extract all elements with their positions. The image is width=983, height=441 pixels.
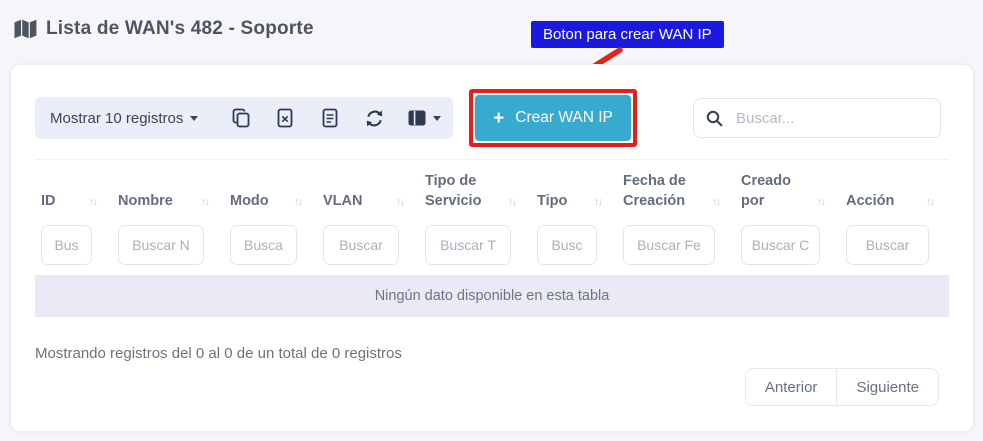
column-header-tipo[interactable]: Tipo ↑↓: [531, 192, 617, 212]
annotation-label: Boton para crear WAN IP: [531, 21, 724, 48]
filter-input-vlan[interactable]: [323, 225, 399, 265]
column-header-id[interactable]: ID ↑↓: [35, 192, 112, 212]
filter-input-id[interactable]: [41, 225, 92, 265]
datatable-card: Mostrar 10 registros: [10, 64, 974, 432]
copy-icon: [232, 108, 250, 128]
wan-table: ID ↑↓ Nombre ↑↓ Modo ↑↓ VLAN ↑↓ Tipo de …: [35, 159, 949, 317]
table-empty-state: Ningún dato disponible en esta tabla: [35, 275, 949, 317]
page-header: Lista de WAN's 482 - Soporte: [14, 18, 314, 40]
column-header-tipo-servicio[interactable]: Tipo de Servicio ↑↓: [419, 172, 531, 211]
annotation-highlight-box: + Crear WAN IP: [469, 89, 637, 147]
column-header-creado-por[interactable]: Creado por ↑↓: [735, 172, 840, 211]
sort-icon: ↑↓: [508, 195, 515, 211]
length-menu-label: Mostrar 10 registros: [50, 110, 183, 127]
sort-icon: ↑↓: [712, 195, 719, 211]
records-info: Mostrando registros del 0 al 0 de un tot…: [35, 345, 402, 362]
refresh-button[interactable]: [352, 109, 397, 128]
screen: Lista de WAN's 482 - Soporte Boton para …: [0, 0, 983, 441]
column-visibility-icon: [408, 110, 426, 126]
table-header-row: ID ↑↓ Nombre ↑↓ Modo ↑↓ VLAN ↑↓ Tipo de …: [35, 159, 949, 223]
sort-icon: ↑↓: [201, 195, 208, 211]
sort-icon: ↑↓: [594, 195, 601, 211]
filter-input-tipo-servicio[interactable]: [425, 225, 511, 265]
column-header-modo[interactable]: Modo ↑↓: [224, 192, 317, 212]
toolbar: Mostrar 10 registros: [35, 97, 453, 139]
filter-input-tipo[interactable]: [537, 225, 597, 265]
filter-input-fecha-creacion[interactable]: [623, 225, 715, 265]
sort-icon: ↑↓: [89, 195, 96, 211]
sort-icon: ↑↓: [817, 195, 824, 211]
create-wan-ip-label: Crear WAN IP: [515, 109, 613, 127]
filter-input-accion[interactable]: [846, 225, 929, 265]
column-header-accion[interactable]: Acción ↑↓: [840, 192, 949, 212]
length-menu-dropdown[interactable]: Mostrar 10 registros: [50, 110, 198, 127]
filter-input-modo[interactable]: [230, 225, 297, 265]
chevron-down-icon: [433, 116, 441, 121]
create-wan-ip-button[interactable]: + Crear WAN IP: [475, 95, 631, 141]
sort-icon: ↑↓: [294, 195, 301, 211]
plus-icon: +: [493, 109, 504, 128]
column-visibility-button[interactable]: [397, 110, 453, 126]
next-page-button[interactable]: Siguiente: [836, 368, 939, 406]
file-excel-icon: [277, 108, 293, 128]
column-header-nombre[interactable]: Nombre ↑↓: [112, 192, 224, 212]
export-file-button[interactable]: [308, 108, 353, 128]
sort-icon: ↑↓: [396, 195, 403, 211]
global-search: [693, 98, 941, 138]
sort-icon: ↑↓: [926, 195, 933, 211]
chevron-down-icon: [190, 116, 198, 121]
page-title: Lista de WAN's 482 - Soporte: [46, 18, 314, 40]
filter-input-creado-por[interactable]: [741, 225, 820, 265]
file-text-icon: [322, 108, 338, 128]
copy-button[interactable]: [218, 108, 263, 128]
table-filter-row: [35, 225, 949, 265]
filter-input-nombre[interactable]: [118, 225, 204, 265]
export-excel-button[interactable]: [263, 108, 308, 128]
previous-page-button[interactable]: Anterior: [745, 368, 838, 406]
search-icon: [706, 110, 723, 127]
refresh-icon: [365, 109, 384, 128]
pagination: Anterior Siguiente: [745, 368, 939, 406]
map-icon: [14, 19, 37, 40]
search-input[interactable]: [734, 109, 937, 128]
column-header-vlan[interactable]: VLAN ↑↓: [317, 192, 419, 212]
column-header-fecha-creacion[interactable]: Fecha de Creación ↑↓: [617, 172, 735, 211]
